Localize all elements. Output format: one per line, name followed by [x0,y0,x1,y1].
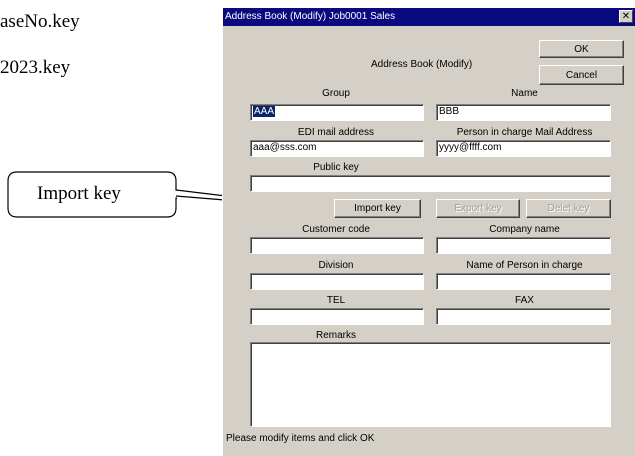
division-field[interactable] [250,273,424,290]
customer-code-field[interactable] [250,237,424,254]
person-mail-label: Person in charge Mail Address [456,127,593,138]
customer-code-label: Customer code [302,224,370,235]
company-name-label: Company name [489,224,560,235]
remarks-label: Remarks [315,330,356,341]
callout-label: Import key [37,183,121,204]
public-key-label: Public key [313,162,359,173]
group-label: Group [322,88,350,99]
background-text-line-1: aseNo.key [0,11,80,32]
background-text-line-2: 2023.key [0,57,71,78]
export-key-button[interactable]: Export key [436,199,520,218]
status-text: Please modify items and click OK [226,433,375,444]
division-label: Division [318,260,354,271]
company-name-field[interactable] [436,237,611,254]
ok-button[interactable]: OK [539,40,624,58]
dialog-titlebar: Address Book (Modify) Job0001 Sales ✕ [223,8,635,26]
name-field[interactable]: BBB [436,104,611,121]
address-book-dialog: Address Book (Modify) Job0001 Sales ✕ Ad… [222,7,635,456]
name-label: Name [511,88,538,99]
fax-label: FAX [515,295,534,306]
group-field-value: AAA [253,106,276,117]
dialog-title: Address Book (Modify) Job0001 Sales [225,11,396,22]
delete-key-button[interactable]: Delet key [526,199,611,218]
edi-mail-field[interactable]: aaa@sss.com [250,140,424,157]
fax-field[interactable] [436,308,611,325]
group-field[interactable]: AAA [250,104,424,121]
cancel-button[interactable]: Cancel [539,65,624,85]
dialog-heading: Address Book (Modify) [371,59,473,70]
remarks-field[interactable] [250,342,611,427]
edi-mail-label: EDI mail address [297,127,375,138]
tel-field[interactable] [250,308,424,325]
tel-label: TEL [326,295,346,306]
person-in-charge-field[interactable] [436,273,611,290]
person-in-charge-label: Name of Person in charge [466,260,583,271]
close-icon[interactable]: ✕ [619,10,633,23]
person-mail-field[interactable]: yyyy@ffff.com [436,140,611,157]
import-key-button[interactable]: Import key [334,199,421,218]
public-key-field[interactable] [250,175,611,192]
